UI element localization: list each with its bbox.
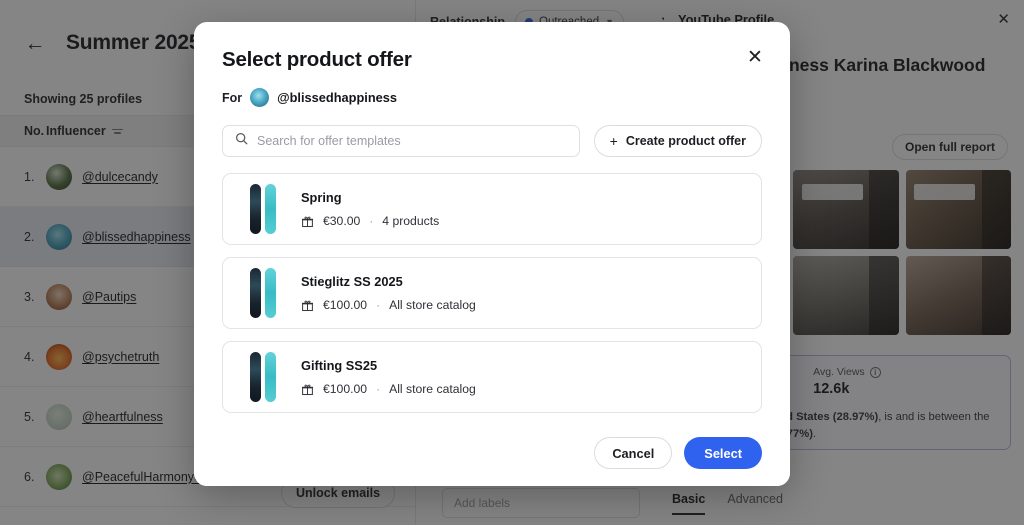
offer-name: Gifting SS25 [301, 358, 476, 373]
snowboard-dark-icon [250, 184, 261, 234]
for-handle: @blissedhappiness [277, 90, 397, 105]
snowboard-teal-icon [265, 268, 276, 318]
create-product-offer-button[interactable]: + Create product offer [594, 125, 762, 157]
close-icon[interactable]: ✕ [742, 44, 768, 70]
plus-icon: + [610, 134, 618, 148]
offer-info: Stieglitz SS 2025 €100.00 [301, 274, 476, 312]
snowboard-dark-icon [250, 352, 261, 402]
offer-price: €100.00 [323, 382, 367, 396]
offer-meta: €100.00 · All store catalog [301, 382, 476, 396]
offer-name: Spring [301, 190, 439, 205]
offer-meta: €30.00 · 4 products [301, 214, 439, 228]
dialog-header: Select product offer ✕ For @blissedhappi… [194, 22, 790, 107]
snowboard-pair-thumbnail [241, 266, 285, 320]
dialog-title: Select product offer [222, 48, 762, 72]
offer-price: €100.00 [323, 298, 367, 312]
search-input[interactable] [257, 134, 567, 148]
meta-separator: · [376, 298, 380, 312]
gift-icon [301, 299, 314, 312]
avatar [250, 88, 269, 107]
select-product-offer-dialog: Select product offer ✕ For @blissedhappi… [194, 22, 790, 486]
offer-card[interactable]: Stieglitz SS 2025 €100.00 [222, 257, 762, 329]
offer-info: Spring €30.00 · [301, 190, 439, 228]
offer-card[interactable]: Gifting SS25 €100.00 · [222, 341, 762, 413]
search-row: + Create product offer [194, 107, 790, 157]
offer-scope: 4 products [382, 214, 439, 228]
offer-card[interactable]: Spring €30.00 · [222, 173, 762, 245]
snowboard-teal-icon [265, 352, 276, 402]
offer-meta: €100.00 · All store catalog [301, 298, 476, 312]
offer-scope: All store catalog [389, 298, 476, 312]
dialog-footer: Cancel Select [194, 420, 790, 486]
offer-price: €30.00 [323, 214, 360, 228]
cancel-button[interactable]: Cancel [594, 437, 672, 469]
search-box[interactable] [222, 125, 580, 157]
snowboard-pair-thumbnail [241, 350, 285, 404]
offer-template-list[interactable]: Spring €30.00 · [194, 157, 790, 420]
meta-separator: · [369, 214, 373, 228]
for-label: For [222, 91, 242, 105]
app-root: ← Summer 2025 Showing 25 profiles No. In… [0, 0, 1024, 525]
create-product-offer-label: Create product offer [626, 134, 746, 148]
snowboard-pair-thumbnail [241, 182, 285, 236]
offer-info: Gifting SS25 €100.00 · [301, 358, 476, 396]
search-icon [235, 132, 248, 150]
meta-separator: · [376, 382, 380, 396]
gift-icon [301, 383, 314, 396]
snowboard-dark-icon [250, 268, 261, 318]
offer-name: Stieglitz SS 2025 [301, 274, 476, 289]
gift-icon [301, 215, 314, 228]
dialog-subject: For @blissedhappiness [222, 88, 762, 107]
snowboard-teal-icon [265, 184, 276, 234]
select-button[interactable]: Select [684, 437, 762, 469]
offer-scope: All store catalog [389, 382, 476, 396]
